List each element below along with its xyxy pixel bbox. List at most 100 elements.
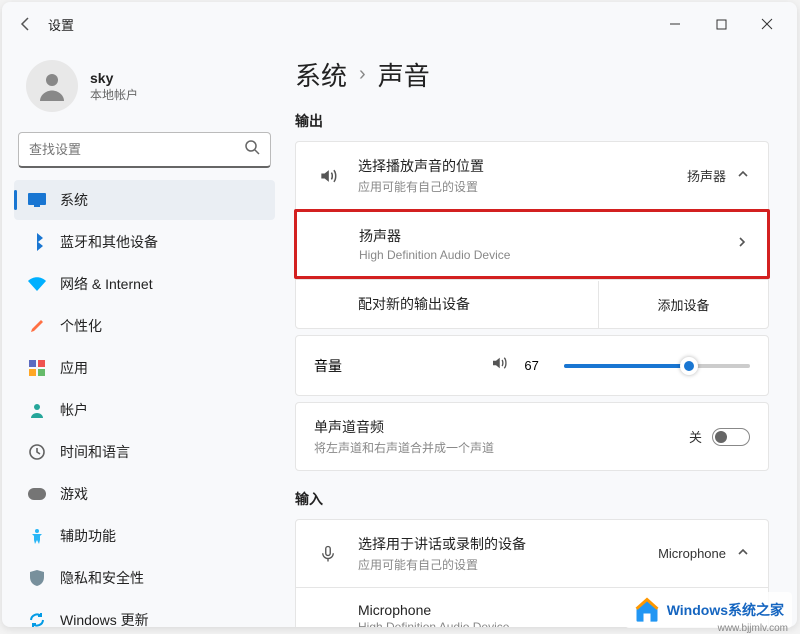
mono-card: 单声道音频 将左声道和右声道合并成一个声道 关 [295,402,769,471]
speaker-icon [314,166,342,186]
input-select-trail: Microphone [658,545,750,562]
output-device-title: 扬声器 [359,226,735,246]
sidebar-item-2[interactable]: 网络 & Internet [14,264,275,304]
sidebar-item-8[interactable]: 辅助功能 [14,516,275,556]
chevron-up-icon [736,545,750,562]
sidebar-item-9[interactable]: 隐私和安全性 [14,558,275,598]
maximize-button[interactable] [699,8,743,40]
close-button[interactable] [745,8,789,40]
pair-label: 配对新的输出设备 [296,280,598,328]
house-icon [633,596,661,624]
mono-toggle[interactable] [712,428,750,446]
window-controls [653,8,789,40]
watermark-url: www.bjjmlv.com [718,623,788,634]
breadcrumb-parent[interactable]: 系统 [295,56,347,93]
pair-row: 配对新的输出设备 添加设备 [296,279,768,328]
search-box[interactable] [18,132,271,168]
output-select-trail: 扬声器 [687,166,750,185]
input-select-sub: 应用可能有自己的设置 [358,556,642,573]
output-select-body: 选择播放声音的位置 应用可能有自己的设置 [358,156,671,195]
profile-text: sky 本地帐户 [90,70,138,103]
maximize-icon [716,19,727,30]
settings-window: 设置 sky 本地帐户 系统蓝牙和其 [2,2,797,627]
volume-icon[interactable] [490,354,508,377]
output-device-row[interactable]: 扬声器 High Definition Audio Device [297,212,767,276]
search-input[interactable] [29,142,244,157]
back-button[interactable] [10,8,42,40]
toggle-knob [715,431,727,443]
access-icon [28,528,46,544]
person-icon [34,68,70,104]
chevron-right-icon [735,235,749,254]
input-heading: 输入 [295,489,769,509]
account-icon [28,402,46,418]
watermark-text: Windows系统之家 [667,600,784,620]
highlight-box: 扬声器 High Definition Audio Device [294,209,770,279]
volume-slider[interactable] [564,364,750,368]
body: sky 本地帐户 系统蓝牙和其他设备网络 & Internet 个性化应用帐户时间… [2,46,797,627]
profile[interactable]: sky 本地帐户 [14,52,275,128]
sidebar-item-label: 游戏 [60,484,88,504]
minimize-icon [669,18,681,30]
input-select-body: 选择用于讲话或录制的设备 应用可能有自己的设置 [358,534,642,573]
output-device-card: 选择播放声音的位置 应用可能有自己的设置 扬声器 扬声器 High Defini… [295,141,769,329]
system-icon [28,193,46,207]
mono-trail: 关 [689,427,750,446]
mono-row: 单声道音频 将左声道和右声道合并成一个声道 关 [296,403,768,470]
sidebar-item-4[interactable]: 应用 [14,348,275,388]
output-heading: 输出 [295,111,769,131]
search-icon [244,139,260,160]
sidebar: sky 本地帐户 系统蓝牙和其他设备网络 & Internet 个性化应用帐户时间… [2,46,287,627]
volume-card: 音量 67 [295,335,769,396]
sidebar-item-3[interactable]: 个性化 [14,306,275,346]
sidebar-item-label: 隐私和安全性 [60,568,144,588]
breadcrumb-current: 声音 [378,56,430,93]
minimize-button[interactable] [653,8,697,40]
add-device-button[interactable]: 添加设备 [598,281,768,328]
slider-fill [564,364,688,368]
app-title: 设置 [48,15,74,34]
sidebar-item-label: Windows 更新 [60,610,149,627]
input-select-row[interactable]: 选择用于讲话或录制的设备 应用可能有自己的设置 Microphone [296,520,768,587]
update-icon [28,612,46,627]
sidebar-item-label: 蓝牙和其他设备 [60,232,158,252]
volume-row: 音量 67 [296,336,768,395]
time-icon [28,444,46,460]
input-select-value: Microphone [658,546,726,561]
volume-label: 音量 [314,356,374,376]
nav: 系统蓝牙和其他设备网络 & Internet 个性化应用帐户时间和语言游戏辅助功能… [14,180,275,627]
breadcrumb: 系统 › 声音 [295,56,769,93]
sidebar-item-0[interactable]: 系统 [14,180,275,220]
avatar [26,60,78,112]
brush-icon [28,318,46,334]
microphone-icon [314,544,342,564]
sidebar-item-label: 辅助功能 [60,526,116,546]
close-icon [761,18,773,30]
sidebar-item-5[interactable]: 帐户 [14,390,275,430]
input-select-title: 选择用于讲话或录制的设备 [358,534,642,554]
sidebar-item-label: 个性化 [60,316,102,336]
profile-name: sky [90,70,138,86]
slider-thumb[interactable] [680,357,698,375]
mono-sub: 将左声道和右声道合并成一个声道 [314,439,673,456]
profile-sub: 本地帐户 [90,86,138,103]
sidebar-item-6[interactable]: 时间和语言 [14,432,275,472]
output-device-sub: High Definition Audio Device [359,248,735,262]
mono-body: 单声道音频 将左声道和右声道合并成一个声道 [314,417,673,456]
game-icon [28,488,46,500]
bluetooth-icon [28,233,46,251]
output-select-row[interactable]: 选择播放声音的位置 应用可能有自己的设置 扬声器 [296,142,768,209]
titlebar: 设置 [2,2,797,46]
mono-state: 关 [689,427,702,446]
sidebar-item-label: 应用 [60,358,88,378]
sidebar-item-7[interactable]: 游戏 [14,474,275,514]
sidebar-item-10[interactable]: Windows 更新 [14,600,275,627]
volume-value: 67 [524,358,548,373]
output-select-value: 扬声器 [687,166,726,185]
sidebar-item-1[interactable]: 蓝牙和其他设备 [14,222,275,262]
chevron-right-icon: › [359,63,366,86]
sidebar-item-label: 时间和语言 [60,442,130,462]
chevron-up-icon [736,167,750,184]
sidebar-item-label: 帐户 [60,400,88,420]
apps-icon [28,360,46,376]
